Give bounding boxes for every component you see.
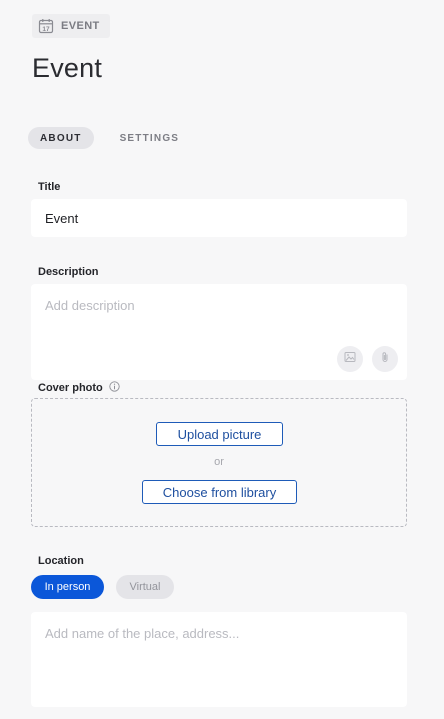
cover-photo-label-text: Cover photo [38,382,103,394]
info-icon[interactable] [109,381,120,395]
location-label-text: Location [38,555,84,567]
insert-image-button[interactable] [337,346,363,372]
description-placeholder: Add description [45,298,135,313]
description-label-text: Description [38,266,99,278]
choose-from-library-button[interactable]: Choose from library [142,480,297,504]
description-label: Description [38,266,99,278]
paperclip-icon [379,350,391,368]
breadcrumb[interactable]: 17 EVENT [32,14,110,38]
calendar-icon: 17 [38,18,54,34]
cover-photo-dropzone[interactable]: Upload picture or Choose from library [31,398,407,527]
tab-bar: ABOUT SETTINGS [28,127,191,149]
location-placeholder: Add name of the place, address... [45,626,240,641]
description-input[interactable]: Add description [31,284,407,380]
virtual-toggle[interactable]: Virtual [116,575,174,599]
tab-settings[interactable]: SETTINGS [108,127,192,149]
location-label: Location [38,555,84,567]
title-label: Title [38,181,60,193]
or-separator: or [214,456,224,468]
tab-about[interactable]: ABOUT [28,127,94,149]
title-input-value: Event [45,210,79,226]
attach-file-button[interactable] [372,346,398,372]
image-icon [344,350,356,368]
upload-picture-button[interactable]: Upload picture [156,422,283,446]
location-input[interactable]: Add name of the place, address... [31,612,407,707]
breadcrumb-label: EVENT [61,20,100,32]
cover-photo-label: Cover photo [38,381,120,395]
calendar-icon-day: 17 [42,26,50,33]
in-person-toggle[interactable]: In person [31,575,104,599]
page-title: Event [32,53,103,83]
title-input[interactable]: Event [31,199,407,237]
title-label-text: Title [38,181,61,193]
